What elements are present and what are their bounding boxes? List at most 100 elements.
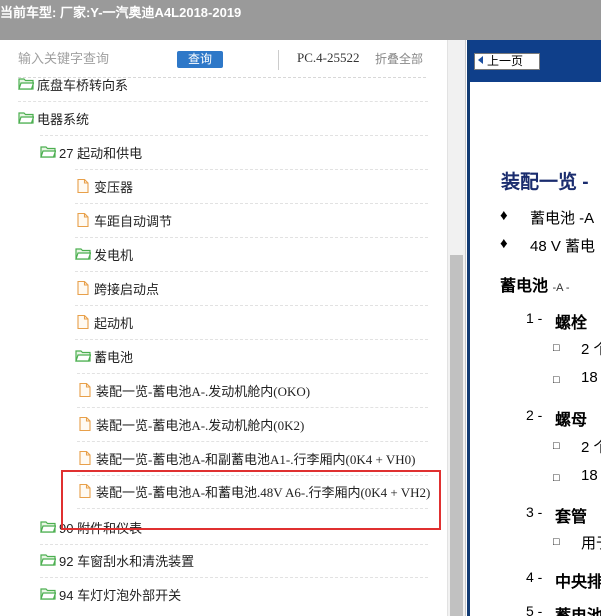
row-divider xyxy=(75,203,428,204)
document-icon xyxy=(77,450,93,466)
row-divider xyxy=(75,271,428,272)
scrollbar-thumb[interactable] xyxy=(450,255,463,616)
document-icon xyxy=(75,178,91,194)
folder-open-icon xyxy=(40,587,57,601)
doc-bullet: 蓄电池 -A xyxy=(530,210,595,227)
tree-folder[interactable]: 90 附件和仪表 xyxy=(40,516,142,538)
row-divider xyxy=(18,101,428,102)
viewer-toolbar: 上一页 xyxy=(470,40,601,82)
folder-open-icon xyxy=(18,77,35,91)
tree-folder[interactable]: 电器系统 xyxy=(18,107,89,129)
row-divider xyxy=(77,407,428,408)
tree-item-label: 装配一览-蓄电池A-和副蓄电池A1-.行李厢内(0K4 + VH0) xyxy=(96,451,416,467)
search-separator xyxy=(278,50,279,70)
row-divider xyxy=(77,373,428,374)
folder-open-icon xyxy=(40,520,57,534)
tree-folder[interactable]: 发电机 xyxy=(75,243,133,265)
prev-page-button[interactable]: 上一页 xyxy=(474,53,540,70)
checkbox-icon: □ xyxy=(553,342,560,354)
search-button[interactable]: 查询 xyxy=(177,51,223,68)
document-icon xyxy=(75,314,91,330)
item-text: 螺母 xyxy=(555,412,588,429)
item-sub: 18 xyxy=(581,467,598,484)
row-divider xyxy=(77,508,428,509)
doc-section-title: 蓄电池 xyxy=(500,278,549,295)
row-divider xyxy=(40,544,428,545)
checkbox-icon: □ xyxy=(553,472,560,484)
tree-item[interactable]: 车距自动调节 xyxy=(75,209,172,231)
item-number: 5 - xyxy=(526,603,543,616)
row-divider xyxy=(75,339,428,340)
item-text: 蓄电池 xyxy=(555,602,601,616)
tree-folder[interactable]: 92 车窗刮水和清洗装置 xyxy=(40,549,194,571)
tree-item[interactable]: 起动机 xyxy=(75,311,133,333)
tree-item[interactable]: 装配一览-蓄电池A-.发动机舱内(OKO) xyxy=(77,379,310,401)
tree-item-label: 94 车灯灯泡外部开关 xyxy=(59,587,182,603)
folder-open-icon xyxy=(75,349,92,363)
tree-item-label: 底盘车桥转向系 xyxy=(37,77,129,93)
row-divider xyxy=(40,577,428,578)
item-text: 螺栓 xyxy=(555,315,588,332)
checkbox-icon: □ xyxy=(553,374,560,386)
window-title: 当前车型: 厂家:Y-一汽奥迪A4L2018-2019 xyxy=(0,5,242,20)
tree-item-label: 跨接启动点 xyxy=(94,281,160,297)
tree-panel: 查询 PC.4-25522 折叠全部 底盘车桥转向系电器系统 27 起动和供电变压… xyxy=(0,40,466,616)
row-divider xyxy=(75,169,428,170)
item-sub: 2 个 xyxy=(581,341,601,358)
row-divider xyxy=(75,237,428,238)
tree-folder[interactable]: 蓄电池 xyxy=(75,345,133,367)
folder-open-icon xyxy=(40,553,57,567)
tree-item-label: 92 车窗刮水和清洗装置 xyxy=(59,553,195,569)
tree-item-label: 车距自动调节 xyxy=(94,213,173,229)
collapse-all-link[interactable]: 折叠全部 xyxy=(375,50,423,67)
tree-item-label: 90 附件和仪表 xyxy=(59,520,143,536)
tree-item[interactable]: 装配一览-蓄电池A-.发动机舱内(0K2) xyxy=(77,413,304,435)
tree-item-label: 装配一览-蓄电池A-.发动机舱内(OKO) xyxy=(96,383,311,399)
checkbox-icon: □ xyxy=(553,536,560,548)
item-text: 中央排 xyxy=(555,574,601,591)
item-sub: 用于 xyxy=(581,535,601,552)
document-icon xyxy=(75,280,91,296)
row-divider xyxy=(40,135,428,136)
arrow-left-icon xyxy=(478,56,483,64)
document-icon xyxy=(77,382,93,398)
doc-bullet: 48 V 蓄电 xyxy=(530,238,596,255)
tree-item-label: 装配一览-蓄电池A-.发动机舱内(0K2) xyxy=(96,417,305,433)
item-number: 2 - xyxy=(526,407,543,423)
document-icon xyxy=(77,416,93,432)
bullet-icon: ♦ xyxy=(500,235,508,252)
document-content: 装配一览 - ♦ 蓄电池 -A ♦ 48 V 蓄电 蓄电池 -A - 1 - 螺… xyxy=(470,82,601,616)
tree-item-label: 发电机 xyxy=(94,247,134,263)
tree-item-label: 装配一览-蓄电池A-和蓄电池.48V A6-.行李厢内(0K4 + VH2) xyxy=(96,484,431,500)
row-divider xyxy=(75,305,428,306)
tree-item-label: 变压器 xyxy=(94,179,134,195)
row-divider xyxy=(77,441,428,442)
folder-open-icon xyxy=(40,145,57,159)
bullet-icon: ♦ xyxy=(500,207,508,224)
item-sub: 18 xyxy=(581,369,598,386)
tree-item[interactable]: 装配一览-蓄电池A-和副蓄电池A1-.行李厢内(0K4 + VH0) xyxy=(77,447,415,469)
row-divider xyxy=(77,475,428,476)
item-number: 1 - xyxy=(526,310,543,326)
title-bar: 当前车型: 厂家:Y-一汽奥迪A4L2018-2019 xyxy=(0,0,601,40)
document-viewer: 上一页 装配一览 - ♦ 蓄电池 -A ♦ 48 V 蓄电 蓄电池 -A - 1… xyxy=(467,40,601,616)
tree-folder[interactable]: 94 车灯灯泡外部开关 xyxy=(40,583,181,605)
search-input[interactable] xyxy=(18,51,168,66)
tree-folder[interactable]: 27 起动和供电 xyxy=(40,141,142,163)
item-number: 4 - xyxy=(526,569,543,585)
tree-item[interactable]: 跨接启动点 xyxy=(75,277,159,299)
tree-item[interactable]: 装配一览-蓄电池A-和蓄电池.48V A6-.行李厢内(0K4 + VH2) xyxy=(77,480,430,502)
doc-heading: 装配一览 - xyxy=(501,172,589,193)
tree-item-label: 电器系统 xyxy=(37,111,90,127)
folder-open-icon xyxy=(75,247,92,261)
prev-page-label: 上一页 xyxy=(487,54,524,68)
document-icon xyxy=(75,212,91,228)
tree-folder[interactable]: 底盘车桥转向系 xyxy=(18,73,128,95)
checkbox-icon: □ xyxy=(553,440,560,452)
doc-section-suffix: -A - xyxy=(552,282,570,294)
doc-section: 蓄电池 -A - xyxy=(500,272,570,296)
tree-scrollbar[interactable] xyxy=(447,40,465,616)
tree-item[interactable]: 变压器 xyxy=(75,175,133,197)
folder-open-icon xyxy=(18,111,35,125)
item-sub: 2 个 xyxy=(581,439,601,456)
